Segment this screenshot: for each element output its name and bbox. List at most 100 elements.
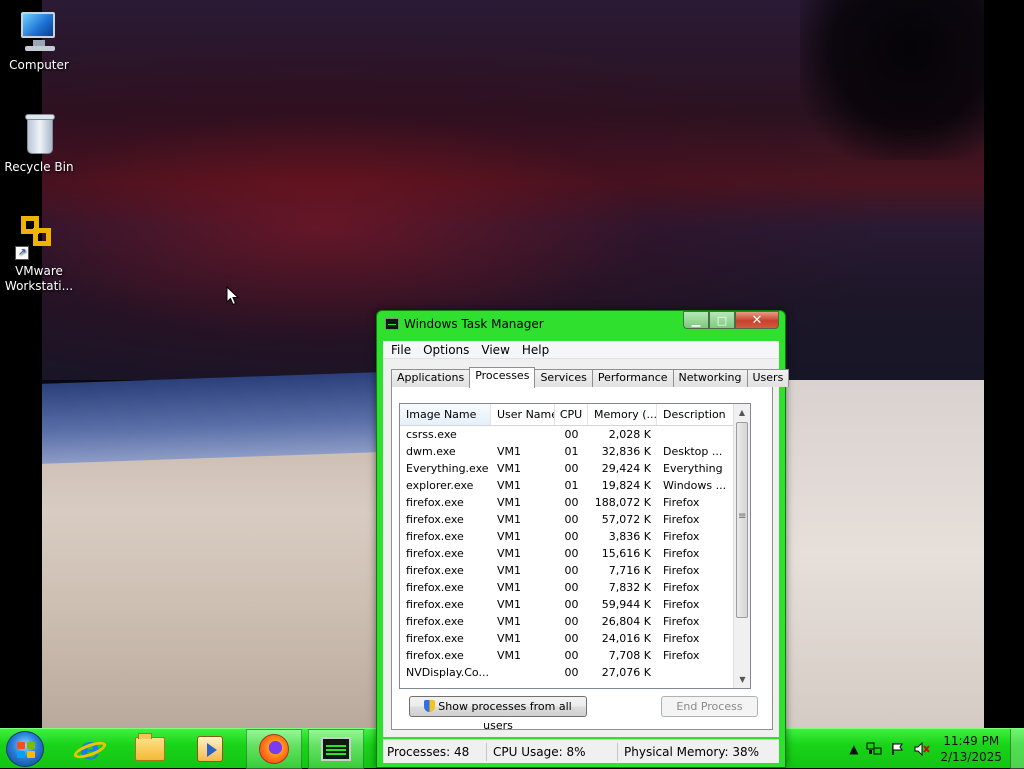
task-manager-app-icon (385, 318, 399, 330)
system-tray: ▲ 11:49 PM 2/13/2025 (845, 729, 1024, 769)
tab-networking[interactable]: Networking (672, 369, 748, 387)
process-list[interactable]: Image Name User Name CPU Memory (... Des… (399, 403, 751, 689)
wallpaper-shadow (800, 0, 984, 160)
computer-icon (15, 8, 63, 56)
cell-image-name: firefox.exe (406, 632, 464, 645)
desktop-icon-label: Computer (9, 58, 69, 72)
tab-users[interactable]: Users (746, 369, 790, 387)
desktop-icon-computer[interactable]: Computer (1, 8, 77, 73)
tab-services[interactable]: Services (534, 369, 593, 387)
action-center-flag-icon[interactable] (890, 741, 906, 757)
menu-help[interactable]: Help (516, 343, 555, 357)
minimize-button[interactable]: ▁ (683, 311, 709, 329)
wallpaper-blue-band (40, 372, 380, 464)
status-bar: Processes: 48 CPU Usage: 8% Physical Mem… (383, 739, 779, 763)
cell-memory: 57,072 K (601, 513, 651, 526)
column-cpu[interactable]: CPU (555, 404, 588, 425)
show-desktop-button[interactable] (1010, 729, 1024, 769)
cell-user-name: VM1 (497, 530, 522, 543)
cell-description: Firefox (663, 530, 700, 543)
cell-memory: 15,616 K (601, 547, 651, 560)
table-row[interactable]: dwm.exe VM1 01 32,836 K Desktop ... (400, 443, 750, 460)
cell-image-name: firefox.exe (406, 530, 464, 543)
column-image-name[interactable]: Image Name (400, 404, 491, 425)
table-row[interactable]: firefox.exe VM1 00 59,944 K Firefox (400, 596, 750, 613)
task-manager-icon (321, 737, 351, 761)
column-user-name[interactable]: User Name (491, 404, 555, 425)
cell-description: Firefox (663, 547, 700, 560)
table-row[interactable]: firefox.exe VM1 00 7,832 K Firefox (400, 579, 750, 596)
volume-muted-icon[interactable] (914, 741, 931, 757)
media-player-icon (197, 736, 223, 762)
taskbar-task-manager[interactable] (308, 729, 364, 769)
taskbar-file-explorer[interactable] (122, 729, 178, 769)
cell-memory: 7,708 K (608, 649, 651, 662)
menu-file[interactable]: File (385, 343, 417, 357)
close-button[interactable]: ✕ (735, 311, 779, 329)
cell-description (657, 426, 735, 443)
desktop-icon-vmware[interactable]: ↗ VMware Workstati... (1, 214, 77, 294)
tab-performance[interactable]: Performance (591, 369, 674, 387)
clock[interactable]: 11:49 PM 2/13/2025 (940, 733, 1002, 765)
cell-user-name (491, 664, 555, 681)
start-button[interactable] (6, 731, 44, 767)
end-process-button[interactable]: End Process (661, 696, 758, 717)
menu-view[interactable]: View (475, 343, 515, 357)
scroll-thumb[interactable] (736, 422, 748, 618)
process-rows: csrss.exe 00 2,028 K dwm.exe VM1 01 32,836 K De… (400, 426, 750, 681)
table-row[interactable]: firefox.exe VM1 00 15,616 K Firefox (400, 545, 750, 562)
menu-options[interactable]: Options (417, 343, 475, 357)
scroll-down-arrow-icon[interactable]: ▼ (734, 671, 750, 688)
table-row[interactable]: firefox.exe VM1 00 188,072 K Firefox (400, 494, 750, 511)
cell-cpu: 00 (564, 530, 579, 543)
table-row[interactable]: explorer.exe VM1 01 19,824 K Windows ... (400, 477, 750, 494)
table-row[interactable]: NVDisplay.Co... 00 27,076 K (400, 664, 750, 681)
cell-user-name: VM1 (497, 564, 522, 577)
folder-icon (135, 733, 165, 761)
cell-image-name: firefox.exe (406, 547, 464, 560)
table-row[interactable]: firefox.exe VM1 00 26,804 K Firefox (400, 613, 750, 630)
cell-image-name: explorer.exe (406, 479, 474, 492)
table-row[interactable]: csrss.exe 00 2,028 K (400, 426, 750, 443)
table-row[interactable]: Everything.exe VM1 00 29,424 K Everything (400, 460, 750, 477)
cell-image-name: firefox.exe (406, 649, 464, 662)
table-row[interactable]: firefox.exe VM1 00 57,072 K Firefox (400, 511, 750, 528)
table-row[interactable]: firefox.exe VM1 00 3,836 K Firefox (400, 528, 750, 545)
wallpaper-light (786, 380, 984, 728)
column-description[interactable]: Description (657, 404, 735, 425)
cell-cpu: 00 (564, 462, 579, 475)
window-body: File Options View Help Applications Proc… (383, 341, 790, 737)
clock-time: 11:49 PM (943, 734, 1000, 748)
show-all-processes-button[interactable]: Show processes from all users (409, 696, 587, 732)
process-list-scrollbar[interactable]: ▲ ▼ (733, 404, 750, 688)
tab-strip: Applications Processes Services Performa… (391, 367, 790, 388)
taskbar-internet-explorer[interactable]: e (62, 729, 118, 769)
cell-cpu: 00 (564, 615, 579, 628)
window-title-bar[interactable]: Windows Task Manager (385, 317, 544, 331)
table-row[interactable]: firefox.exe VM1 00 7,708 K Firefox (400, 647, 750, 664)
cell-user-name: VM1 (497, 479, 522, 492)
network-icon[interactable] (866, 741, 882, 757)
desktop-icon-recycle-bin[interactable]: Recycle Bin (1, 110, 77, 175)
tab-applications[interactable]: Applications (391, 369, 471, 387)
cell-memory: 24,016 K (601, 632, 651, 645)
table-row[interactable]: firefox.exe VM1 00 7,716 K Firefox (400, 562, 750, 579)
cell-user-name: VM1 (497, 632, 522, 645)
status-cpu-usage: CPU Usage: 8% (487, 742, 618, 761)
cell-cpu: 00 (564, 547, 579, 560)
cell-description: Firefox (663, 649, 700, 662)
cell-description: Everything (663, 462, 723, 475)
cell-description: Firefox (663, 513, 700, 526)
show-hidden-icons-chevron[interactable]: ▲ (849, 742, 858, 756)
column-memory[interactable]: Memory (... (588, 404, 657, 425)
scroll-up-arrow-icon[interactable]: ▲ (734, 404, 750, 421)
cell-description: Firefox (663, 615, 700, 628)
taskbar-firefox[interactable] (246, 729, 302, 769)
taskbar-media-player[interactable] (182, 729, 238, 769)
table-row[interactable]: firefox.exe VM1 00 24,016 K Firefox (400, 630, 750, 647)
clock-date: 2/13/2025 (940, 750, 1002, 764)
cell-memory: 7,716 K (608, 564, 651, 577)
maximize-button[interactable]: □ (709, 311, 735, 329)
tab-processes[interactable]: Processes (469, 367, 536, 388)
cell-description (657, 664, 735, 681)
